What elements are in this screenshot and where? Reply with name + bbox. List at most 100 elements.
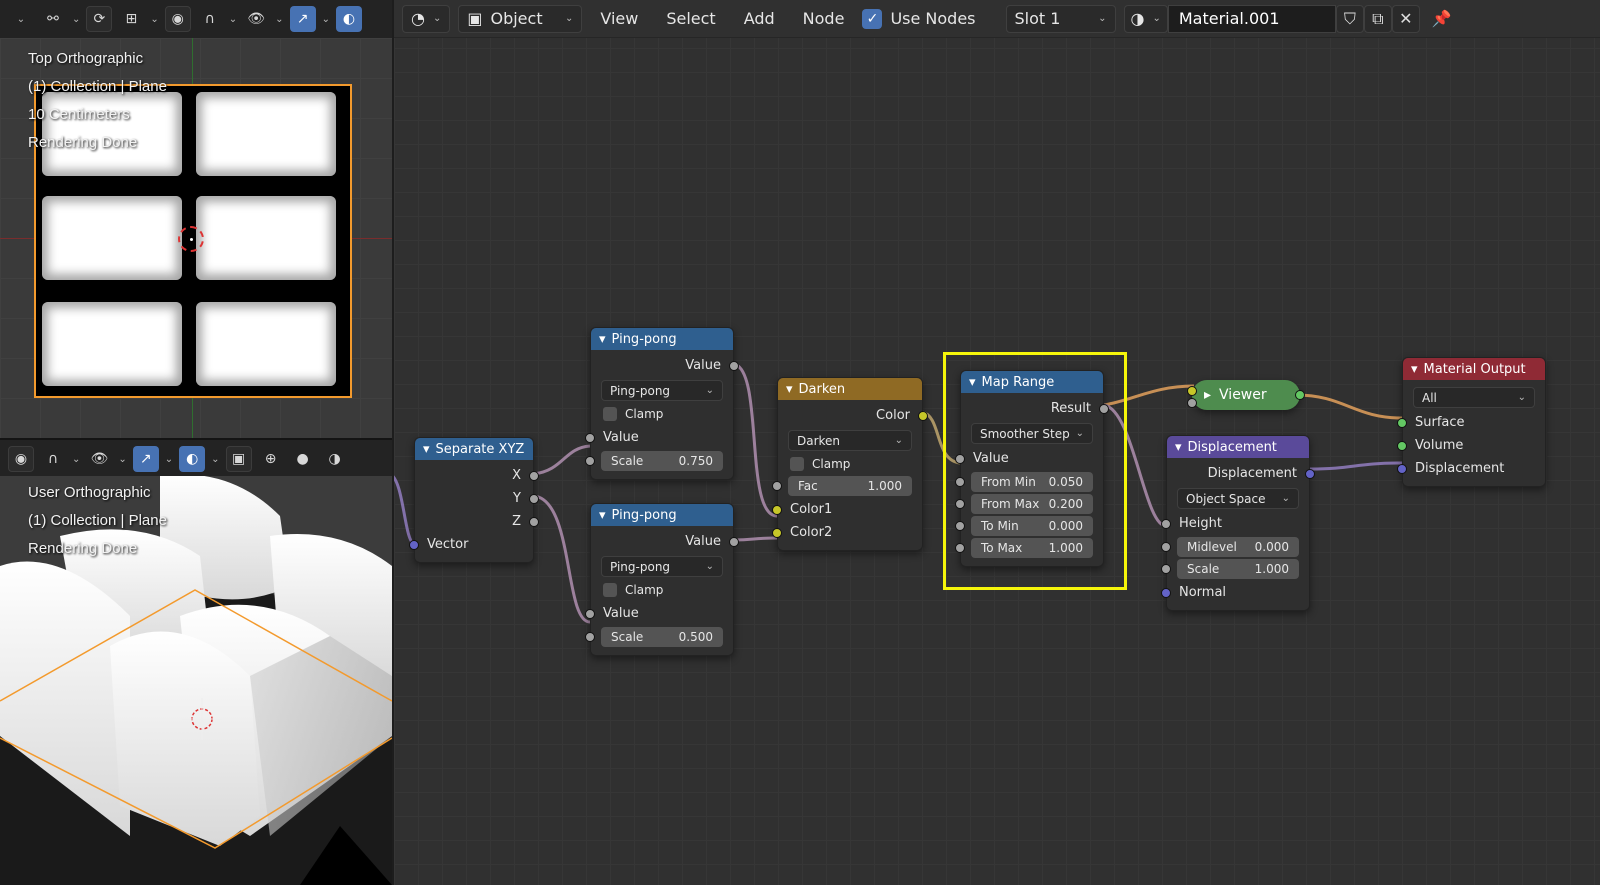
chevron-down-icon[interactable]: ⌄ — [72, 14, 80, 25]
wireframe-shading-icon[interactable]: ⊕ — [258, 446, 284, 472]
material-output-node[interactable]: ▾ Material Output All ⌄ Surface Volume Dis… — [1397, 357, 1546, 487]
scale-field[interactable]: Scale 0.750 — [585, 451, 723, 471]
field-label: Scale — [611, 630, 644, 644]
node-title: Separate XYZ — [435, 441, 525, 457]
socket[interactable] — [529, 516, 539, 527]
link-icon[interactable]: ⚯ — [40, 6, 66, 32]
socket[interactable] — [1161, 587, 1171, 598]
collapse-arrow-icon[interactable]: ▾ — [1175, 440, 1182, 455]
gizmo-icon[interactable]: ↗ — [289, 6, 316, 32]
overlay-icon[interactable]: ◐ — [335, 6, 362, 32]
socket[interactable] — [585, 456, 595, 466]
chevron-down-icon[interactable]: ⌄ — [165, 454, 173, 465]
socket[interactable] — [1397, 463, 1407, 474]
view-chevron-icon[interactable]: ⌄ — [8, 6, 34, 32]
tile — [196, 302, 336, 386]
socket[interactable] — [585, 632, 595, 642]
socket[interactable] — [1295, 390, 1305, 400]
material-shading-icon[interactable]: ◑ — [322, 446, 348, 472]
separate-xyz-node[interactable]: ▾ Separate XYZ X Y Z Vector — [409, 437, 539, 563]
overlay-icon[interactable]: ◐ — [179, 446, 206, 472]
node-title: Ping-pong — [611, 331, 677, 347]
socket[interactable] — [585, 432, 595, 443]
socket[interactable] — [729, 536, 739, 547]
socket[interactable] — [772, 527, 782, 538]
socket[interactable] — [918, 410, 928, 421]
visibility-icon[interactable]: 👁 — [86, 446, 112, 472]
collapse-arrow-icon[interactable]: ▾ — [599, 332, 606, 347]
collapse-arrow-icon[interactable]: ▾ — [423, 442, 430, 457]
socket[interactable] — [1305, 468, 1315, 479]
socket[interactable] — [529, 470, 539, 481]
pingpong-node-1[interactable]: ▾ Ping-pong Value Ping-pong ⌄ Clamp Value … — [585, 327, 739, 480]
target-dropdown[interactable]: All ⌄ — [1413, 387, 1535, 408]
collapse-arrow-icon[interactable]: ▾ — [786, 382, 793, 397]
falloff-curve-icon[interactable]: ∩ — [197, 6, 223, 32]
snap-icon[interactable]: ⟳ — [86, 6, 113, 32]
collapse-arrow-icon[interactable]: ▾ — [1411, 362, 1418, 377]
falloff-curve-icon[interactable]: ∩ — [40, 446, 66, 472]
scale-field[interactable]: Scale 0.500 — [585, 627, 723, 647]
proportional-edit-icon[interactable]: ◉ — [8, 446, 34, 472]
proportional-edit-icon[interactable]: ◉ — [164, 6, 191, 32]
node-title: Viewer — [1219, 387, 1267, 403]
socket[interactable] — [772, 504, 782, 515]
fac-field[interactable]: Fac 1.000 — [772, 476, 912, 496]
bottom-viewport-header: ◉ ∩ ⌄ 👁 ⌄ ↗ ⌄ ◐ ⌄ ▣ ⊕ ● ◑ — [0, 440, 392, 478]
viewport-collection: (1) Collection | Plane — [28, 512, 167, 529]
chevron-down-icon[interactable]: ⌄ — [229, 14, 237, 25]
field-label: Midlevel — [1187, 540, 1237, 554]
socket[interactable] — [1161, 564, 1171, 574]
pingpong-node-2[interactable]: ▾ Ping-pong Value Ping-pong ⌄ Clamp Value … — [585, 503, 739, 656]
node-title: Ping-pong — [611, 507, 677, 523]
chevron-down-icon[interactable]: ⌄ — [211, 454, 219, 465]
user-orthographic-viewport[interactable]: User Orthographic (1) Collection | Plane… — [0, 476, 392, 885]
blend-mode-dropdown[interactable]: Darken ⌄ — [788, 430, 912, 451]
viewer-node[interactable]: ▸ Viewer — [1187, 380, 1305, 410]
space-dropdown[interactable]: Object Space ⌄ — [1177, 488, 1299, 509]
chevron-down-icon[interactable]: ⌄ — [150, 14, 158, 25]
darken-mix-node[interactable]: ▾ Darken Color Darken ⌄ Clamp Fac 1.000 Col… — [772, 377, 928, 551]
shader-node-editor[interactable]: ◔ ⌄ ▣ Object ⌄ View Select Add Node ✓ Use… — [394, 0, 1600, 885]
socket[interactable] — [1187, 386, 1197, 396]
expand-arrow-icon[interactable]: ▸ — [1204, 387, 1211, 403]
socket[interactable] — [772, 481, 782, 491]
socket[interactable] — [529, 493, 539, 504]
socket[interactable] — [1397, 417, 1407, 428]
scale-field[interactable]: Scale 1.000 — [1161, 559, 1299, 579]
chevron-down-icon[interactable]: ⌄ — [72, 454, 80, 465]
displacement-node[interactable]: ▾ Displacement Displacement Object Space ⌄… — [1161, 435, 1315, 611]
output-z: Z — [512, 514, 521, 529]
visibility-icon[interactable]: 👁 — [243, 6, 269, 32]
socket[interactable] — [409, 539, 419, 550]
gizmo-icon[interactable]: ↗ — [132, 446, 159, 472]
clamp-label: Clamp — [812, 457, 851, 471]
input-vector: Vector — [427, 537, 469, 552]
socket[interactable] — [1161, 518, 1171, 529]
field-value: 0.000 — [1254, 540, 1289, 554]
socket[interactable] — [729, 360, 739, 371]
socket[interactable] — [1397, 440, 1407, 451]
snap-increment-icon[interactable]: ⊞ — [118, 6, 144, 32]
operation-dropdown[interactable]: Ping-pong ⌄ — [601, 380, 723, 401]
collapse-arrow-icon[interactable]: ▾ — [599, 508, 606, 523]
socket[interactable] — [1187, 398, 1197, 408]
chevron-down-icon[interactable]: ⌄ — [118, 454, 126, 465]
operation-dropdown[interactable]: Ping-pong ⌄ — [601, 556, 723, 577]
field-label: Scale — [611, 454, 644, 468]
chevron-down-icon[interactable]: ⌄ — [275, 14, 283, 25]
midlevel-field[interactable]: Midlevel 0.000 — [1161, 537, 1299, 557]
viewport-title: User Orthographic — [28, 484, 151, 501]
chevron-down-icon[interactable]: ⌄ — [322, 14, 330, 25]
socket[interactable] — [1161, 542, 1171, 552]
xray-icon[interactable]: ▣ — [225, 446, 252, 472]
clamp-checkbox[interactable]: Clamp — [790, 454, 910, 474]
clamp-checkbox[interactable]: Clamp — [603, 580, 721, 600]
operation-label: Ping-pong — [610, 383, 671, 398]
top-orthographic-viewport[interactable]: Top Orthographic (1) Collection | Plane … — [0, 38, 392, 438]
socket[interactable] — [585, 608, 595, 619]
node-title: Material Output — [1423, 361, 1526, 377]
solid-shading-icon[interactable]: ● — [290, 446, 316, 472]
target-label: All — [1422, 390, 1437, 405]
clamp-checkbox[interactable]: Clamp — [603, 404, 721, 424]
